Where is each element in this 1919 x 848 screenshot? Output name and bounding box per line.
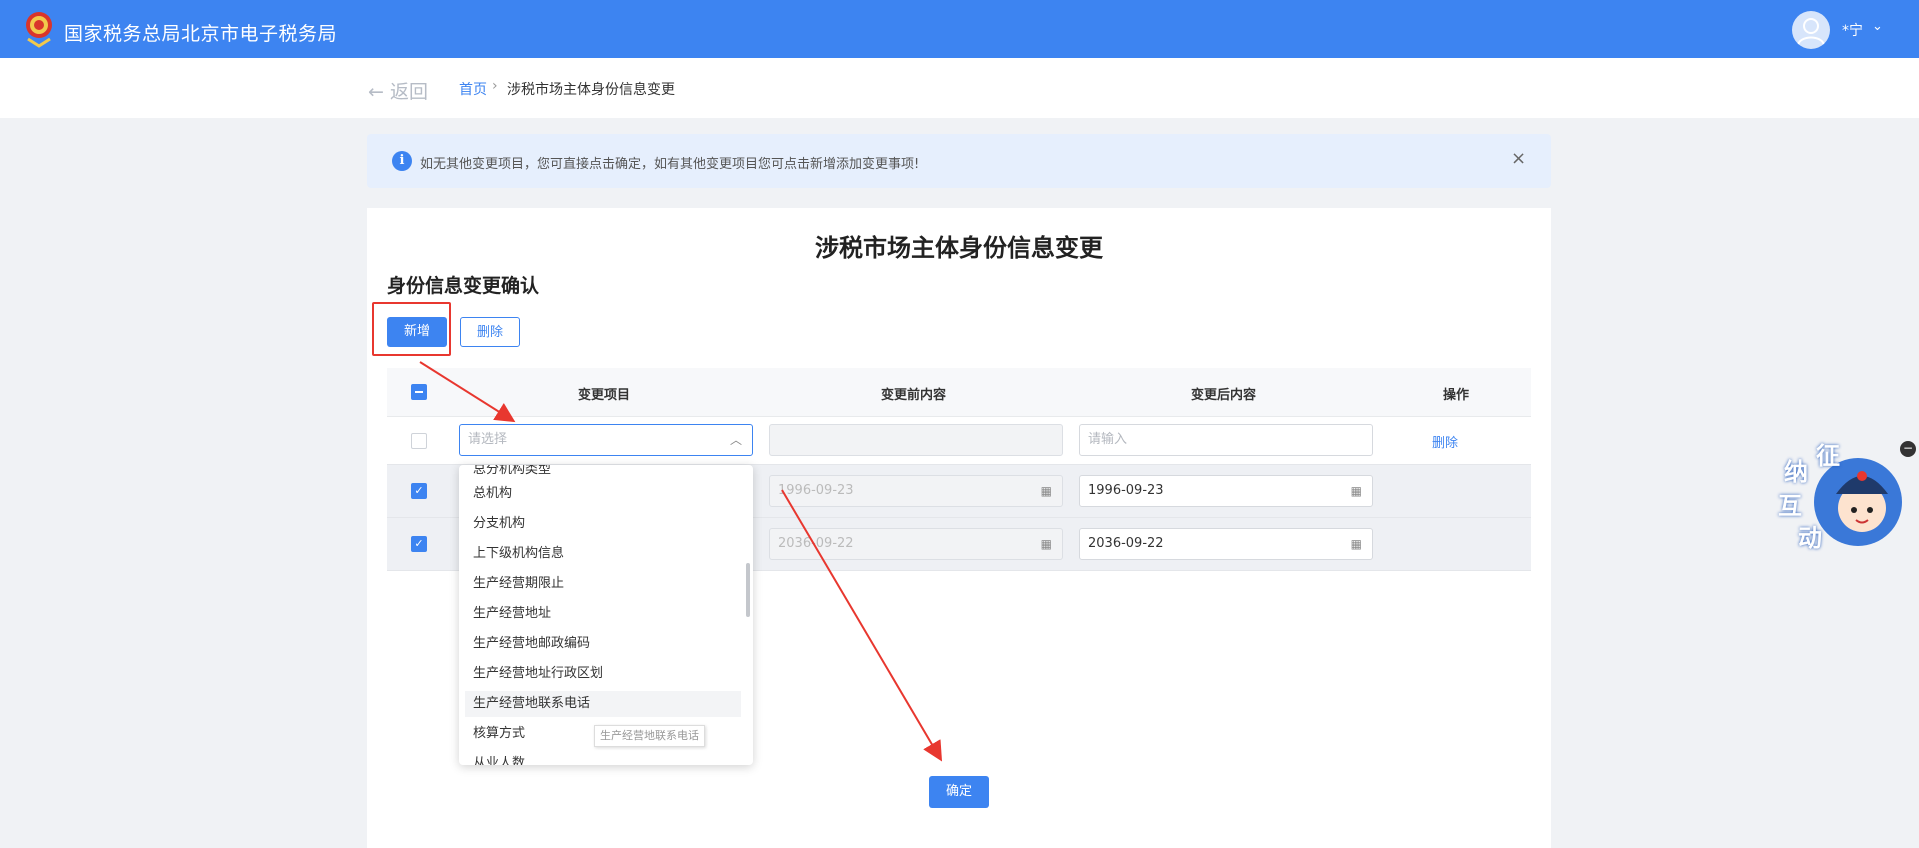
before-date-value: 2036-09-22 [778, 536, 854, 551]
dropdown-option[interactable]: 生产经营期限止 [465, 571, 741, 597]
before-date-field: 2036-09-22 ▦ [769, 528, 1063, 560]
dropdown-option[interactable]: 上下级机构信息 [465, 541, 741, 567]
user-name[interactable]: *宁 [1842, 20, 1863, 40]
site-title[interactable]: 国家税务总局北京市电子税务局 [64, 19, 337, 46]
before-date-field: 1996-09-23 ▦ [769, 475, 1063, 507]
option-tooltip: 生产经营地联系电话 [594, 725, 705, 747]
info-icon: i [392, 151, 412, 171]
row-delete-link[interactable]: 删除 [1432, 432, 1458, 451]
calendar-icon[interactable]: ▦ [1351, 529, 1362, 559]
before-date-value: 1996-09-23 [778, 483, 854, 498]
row-checkbox[interactable]: ✓ [411, 536, 427, 552]
assistant-label-char: 动 [1798, 524, 1822, 552]
breadcrumb-current: 涉税市场主体身份信息变更 [507, 82, 675, 98]
assistant-widget[interactable]: 征 纳 互 动 [1770, 432, 1910, 572]
column-header-action: 操作 [1443, 388, 1470, 403]
select-all-checkbox[interactable] [411, 384, 427, 400]
tax-emblem-icon [26, 12, 52, 48]
input-placeholder: 请输入 [1088, 432, 1128, 447]
dropdown-scrollbar[interactable] [746, 563, 750, 617]
dropdown-option[interactable]: 分支机构 [465, 511, 741, 537]
confirm-button[interactable]: 确定 [929, 776, 989, 808]
user-avatar[interactable] [1792, 11, 1830, 49]
page-title: 涉税市场主体身份信息变更 [815, 234, 1103, 262]
calendar-icon: ▦ [1040, 537, 1052, 551]
assistant-close-icon[interactable]: − [1900, 441, 1916, 457]
assistant-label-char: 互 [1778, 492, 1802, 520]
close-icon[interactable]: × [1511, 148, 1526, 169]
row-checkbox[interactable] [411, 433, 427, 449]
calendar-icon: ▦ [1040, 484, 1052, 498]
table-header: 变更项目 变更前内容 变更后内容 操作 [387, 368, 1531, 417]
column-header-before: 变更前内容 [881, 388, 947, 403]
select-placeholder: 请选择 [468, 432, 508, 447]
assistant-label-char: 征 [1816, 442, 1840, 470]
dropdown-option[interactable]: 从业人数 [465, 751, 741, 765]
info-notice: i 如无其他变更项目，您可直接点击确定，如有其他变更项目您可点击新增添加变更事项… [367, 134, 1551, 188]
dropdown-option[interactable]: 生产经营地邮政编码 [465, 631, 741, 657]
after-content-input[interactable]: 请输入 [1079, 424, 1373, 456]
column-header-after: 变更后内容 [1191, 388, 1257, 403]
chevron-down-icon[interactable]: ⌄ [1872, 19, 1883, 34]
change-item-select[interactable]: 请选择 ︿ [459, 424, 753, 456]
table-row: 请选择 ︿ 请输入 删除 [387, 417, 1531, 465]
column-header-item: 变更项目 [578, 388, 631, 403]
delete-button[interactable]: 删除 [460, 317, 520, 347]
row-checkbox[interactable]: ✓ [411, 483, 427, 499]
dropdown-option[interactable]: 生产经营地址 [465, 601, 741, 627]
before-content-field [769, 424, 1063, 456]
top-header: 国家税务总局北京市电子税务局 *宁 ⌄ [0, 0, 1919, 58]
calendar-icon[interactable]: ▦ [1351, 476, 1362, 506]
after-date-picker[interactable]: 1996-09-23 ▦ [1079, 475, 1373, 507]
notice-text: 如无其他变更项目，您可直接点击确定，如有其他变更项目您可点击新增添加变更事项! [420, 157, 920, 172]
assistant-label-char: 纳 [1784, 458, 1808, 486]
dropdown-option-hovered[interactable]: 生产经营地联系电话 [465, 691, 741, 717]
dropdown-option[interactable]: 生产经营地址行政区划 [465, 661, 741, 687]
chevron-up-icon: ︿ [729, 433, 742, 447]
user-icon [1797, 18, 1825, 46]
after-date-picker[interactable]: 2036-09-22 ▦ [1079, 528, 1373, 560]
section-title: 身份信息变更确认 [387, 275, 540, 297]
after-date-value: 1996-09-23 [1088, 483, 1164, 498]
dropdown-option[interactable]: 总机构 [465, 481, 741, 507]
change-item-dropdown[interactable]: 总分机构类型 总机构 分支机构 上下级机构信息 生产经营期限止 生产经营地址 生… [459, 465, 753, 765]
breadcrumb-separator: › [492, 78, 498, 94]
back-button[interactable]: ← 返回 [368, 77, 428, 104]
after-date-value: 2036-09-22 [1088, 536, 1164, 551]
breadcrumb: ← 返回 首页 › 涉税市场主体身份信息变更 [0, 58, 1919, 118]
add-button[interactable]: 新增 [387, 317, 447, 347]
breadcrumb-home-link[interactable]: 首页 [459, 79, 487, 99]
